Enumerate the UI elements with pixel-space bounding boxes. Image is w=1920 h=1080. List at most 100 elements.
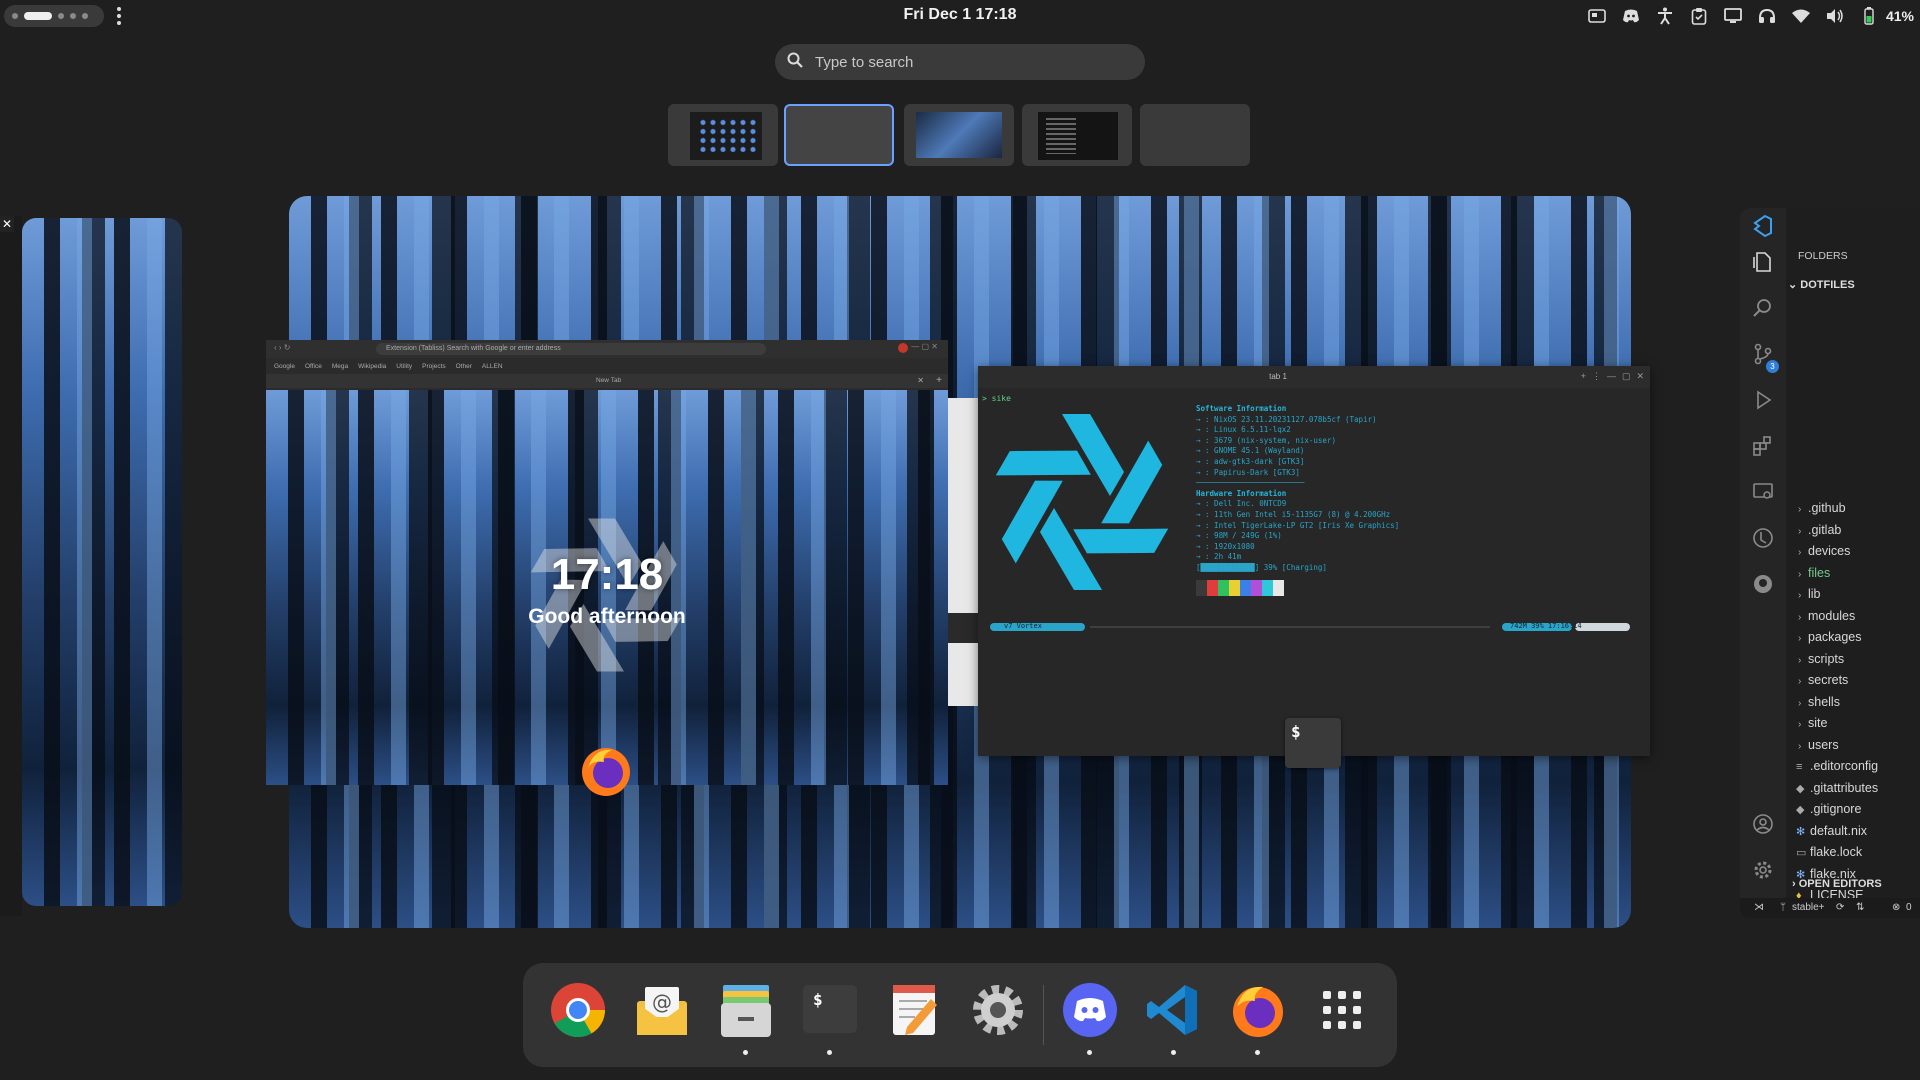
workspace-thumbnail[interactable]: [1022, 104, 1132, 166]
workspace-root-label: DOTFILES: [1800, 279, 1855, 291]
bookmark-item[interactable]: Utility: [396, 363, 412, 370]
bookmark-item[interactable]: Wikipedia: [358, 363, 386, 370]
publish-icon[interactable]: ⇅: [1856, 898, 1864, 918]
wifi-icon[interactable]: [1790, 5, 1812, 27]
volume-icon[interactable]: [1824, 5, 1846, 27]
extension-icon[interactable]: [898, 343, 908, 353]
terminal-tab-title[interactable]: tab 1: [978, 372, 1578, 381]
close-icon[interactable]: ✕: [0, 216, 14, 232]
tree-folder[interactable]: › modules: [1798, 606, 1920, 626]
display-icon[interactable]: [1722, 5, 1744, 27]
timeline-icon[interactable]: [1751, 526, 1775, 550]
workspace-root[interactable]: ⌄ DOTFILES: [1788, 278, 1855, 291]
bookmark-item[interactable]: Google: [274, 363, 295, 370]
tab-new-tab[interactable]: New Tab: [596, 377, 621, 384]
account-icon[interactable]: [1751, 812, 1775, 836]
back-icon[interactable]: ‹ › ↻: [274, 343, 290, 352]
tree-item-label: secrets: [1808, 673, 1849, 687]
error-icon[interactable]: ⊗: [1892, 898, 1900, 918]
search-icon: [787, 52, 803, 73]
tree-file[interactable]: ✻ default.nix: [1796, 821, 1920, 841]
system-tray[interactable]: 41%: [1586, 4, 1914, 28]
minimize-icon[interactable]: —: [1607, 371, 1616, 382]
search-bar[interactable]: [775, 44, 1145, 80]
window-controls[interactable]: + ⋮ — ▢ ✕: [1581, 371, 1644, 382]
chevron-right-icon: ›: [1798, 504, 1802, 515]
terminal-header: tab 1 + ⋮ — ▢ ✕: [978, 366, 1650, 388]
discord-icon[interactable]: [1620, 5, 1642, 27]
sysinfo-line: [████████████] 39% [Charging]: [1196, 562, 1327, 572]
clipboard-icon[interactable]: [1688, 5, 1710, 27]
open-editors-header[interactable]: › OPEN EDITORS: [1792, 878, 1882, 890]
terminal-output[interactable]: > sike Software Information → : NixOS 23.…: [978, 388, 1650, 756]
search-input[interactable]: [813, 52, 1117, 72]
search-icon[interactable]: [1751, 296, 1775, 320]
bookmark-item[interactable]: ALLEN: [482, 363, 503, 370]
bookmark-item[interactable]: Other: [456, 363, 472, 370]
nix-file-icon: ✻: [1796, 825, 1806, 838]
dock-app-terminal[interactable]: $: [797, 977, 863, 1055]
tree-folder[interactable]: › packages: [1798, 627, 1920, 647]
tree-folder[interactable]: › files: [1798, 563, 1920, 583]
firefox-icon: [582, 748, 630, 796]
bookmark-item[interactable]: Projects: [422, 363, 445, 370]
vscode-window[interactable]: 3 FOLDERS ⌄ DOTFILES › .github › .gitlab › de…: [1740, 208, 1920, 918]
tree-folder[interactable]: › scripts: [1798, 649, 1920, 669]
dock-app-firefox[interactable]: [1225, 977, 1291, 1055]
settings-gear-icon[interactable]: [1751, 858, 1775, 882]
close-icon[interactable]: ✕: [1636, 371, 1644, 382]
workspace-thumbnail-active[interactable]: [784, 104, 894, 166]
accessibility-icon[interactable]: [1654, 5, 1676, 27]
window-controls[interactable]: — ▢ ✕: [911, 342, 938, 351]
dock-app-chrome[interactable]: [545, 977, 611, 1043]
browser-window[interactable]: ‹ › ↻ Extension (Tabliss) Search with Go…: [266, 340, 948, 785]
tree-file[interactable]: ▭ flake.lock: [1796, 842, 1920, 862]
dock-app-files[interactable]: [713, 977, 779, 1055]
new-tab-icon[interactable]: +: [936, 375, 942, 386]
tree-folder[interactable]: › secrets: [1798, 670, 1920, 690]
show-apps-button[interactable]: [1309, 977, 1375, 1043]
extensions-icon[interactable]: [1751, 434, 1775, 458]
battery-icon[interactable]: [1858, 5, 1880, 27]
browser-toolbar: ‹ › ↻ Extension (Tabliss) Search with Go…: [266, 340, 948, 358]
sync-icon[interactable]: ⟳: [1836, 898, 1844, 918]
remote-explorer-icon[interactable]: [1751, 480, 1775, 504]
tab-strip: New Tab ✕ +: [266, 374, 948, 388]
workspace-thumbnail[interactable]: [1140, 104, 1250, 166]
bookmark-item[interactable]: Office: [305, 363, 322, 370]
tree-file[interactable]: ◆ .gitignore: [1796, 799, 1920, 819]
dock-app-discord[interactable]: [1057, 977, 1123, 1055]
address-bar[interactable]: Extension (Tabliss) Search with Google o…: [376, 343, 766, 355]
dock-app-mail[interactable]: @: [629, 977, 695, 1043]
bookmark-item[interactable]: Mega: [332, 363, 348, 370]
adjacent-workspace-left[interactable]: [22, 218, 182, 906]
explorer-icon[interactable]: [1751, 250, 1775, 274]
screenshot-icon[interactable]: [1586, 5, 1608, 27]
dock-app-vscode[interactable]: [1141, 977, 1207, 1055]
maximize-icon[interactable]: ▢: [1622, 371, 1631, 382]
github-icon[interactable]: [1751, 572, 1775, 596]
workspace-thumbnail[interactable]: [668, 104, 778, 166]
tree-folder[interactable]: › shells: [1798, 692, 1920, 712]
tree-folder[interactable]: › users: [1798, 735, 1920, 755]
tree-folder[interactable]: › .github: [1798, 498, 1920, 518]
tree-folder[interactable]: › .gitlab: [1798, 520, 1920, 540]
tree-file[interactable]: ≡ .editorconfig: [1796, 756, 1920, 776]
dock-app-settings[interactable]: [965, 977, 1031, 1043]
remote-icon[interactable]: ⋊: [1754, 898, 1764, 918]
close-tab-icon[interactable]: ✕: [917, 376, 924, 385]
tree-folder[interactable]: › devices: [1798, 541, 1920, 561]
headset-icon[interactable]: [1756, 5, 1778, 27]
tree-folder[interactable]: › site: [1798, 713, 1920, 733]
tree-folder[interactable]: › lib: [1798, 584, 1920, 604]
terminal-window[interactable]: tab 1 + ⋮ — ▢ ✕ > sike Software Informat…: [978, 366, 1650, 756]
system-info: Software Information → : NixOS 23.11.2023…: [1196, 404, 1399, 574]
new-tab-icon[interactable]: +: [1581, 371, 1586, 382]
run-debug-icon[interactable]: [1751, 388, 1775, 412]
tree-file[interactable]: ◆ .gitattributes: [1796, 778, 1920, 798]
menu-icon[interactable]: ⋮: [1592, 371, 1601, 382]
workspace-thumbnail[interactable]: [904, 104, 1014, 166]
palette-swatch: [1229, 580, 1240, 596]
branch-name[interactable]: stable+: [1792, 898, 1825, 918]
dock-app-text-editor[interactable]: [881, 977, 947, 1043]
